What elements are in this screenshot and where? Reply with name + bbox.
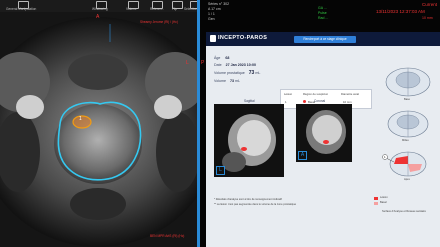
overlay-datetime: 13/11/2023 12:37:03 AM <box>376 9 425 14</box>
date-label: Date <box>214 63 222 67</box>
legend-swatch-1 <box>374 197 378 200</box>
footnote-2: ** La lésion n'est pas segmentée dans le… <box>214 203 297 206</box>
series-info-4: Gen <box>208 17 215 21</box>
psad-unit: mL <box>235 79 240 83</box>
tool-volume[interactable]: Volume <box>126 7 137 11</box>
diagram-label-apex: Apex <box>404 178 410 181</box>
overlay-current: Current <box>422 2 438 7</box>
th-diameter: Diamètre axial <box>341 92 359 96</box>
age-row: Âge 68 <box>214 56 229 60</box>
diagram-label-mid: Milieu <box>402 139 409 142</box>
green-info-3: Rad ... <box>318 16 329 20</box>
age-label: Âge <box>214 56 221 60</box>
psad-value: 73 <box>230 79 234 83</box>
legend-swatch-2 <box>374 202 378 205</box>
coronal-label: Coronal <box>314 99 326 103</box>
psad-row: Volume 73 mL <box>214 79 240 83</box>
volume-label: Volume prostatique <box>214 71 245 75</box>
mid-diagram <box>387 110 429 138</box>
legend: Lésion Basal <box>374 196 404 208</box>
volume-unit: mL <box>255 71 261 75</box>
th-lesion: Lésion <box>284 92 293 96</box>
legend-label-1: Lésion <box>380 196 388 199</box>
volume-value: 73 <box>248 70 255 76</box>
overlay-orientation-top: A <box>96 14 100 20</box>
series-info-1: Séries n° 302 <box>208 2 230 6</box>
diagram-label-base: Base <box>404 98 410 101</box>
series-info-3: 1 / 1 <box>208 12 215 16</box>
corner-label-l: L <box>216 166 225 175</box>
tool-general-manipulation[interactable]: General Manipulation <box>6 7 36 11</box>
base-diagram <box>385 67 431 97</box>
green-info-2: Pulse <box>318 11 327 15</box>
td-lesion: 1 <box>285 100 287 104</box>
overlay-thickness: 10 mm <box>422 16 433 20</box>
sagittal-view: L <box>214 104 284 177</box>
brand-logo-icon <box>210 35 216 42</box>
th-region: Région de suspicion <box>303 92 329 96</box>
tool-flip[interactable]: Flip <box>172 7 177 11</box>
sector-diagram: Base Milieu Apex 1 <box>382 64 434 204</box>
mri-axial-viewport[interactable]: A L Sheamy Jerome (Rl) / (Hc) BEN MPR Ar… <box>0 12 197 247</box>
lesion-color-swatch <box>303 100 306 103</box>
report-header: INCEPTO-PAROS Rendreport à ce stage clin… <box>206 32 440 46</box>
overlay-orientation-right: L <box>186 60 189 66</box>
apex-diagram <box>389 151 427 177</box>
send-report-button[interactable]: Rendreport à ce stage clinique <box>294 36 356 43</box>
toolbar: General Manipulation Windowing Volume Re… <box>0 0 210 12</box>
footnote-1: * Résultats d'analyse sont à titre de re… <box>214 198 282 201</box>
brand-name: INCEPTO-PAROS <box>218 35 268 41</box>
psad-label: Volume <box>214 79 226 83</box>
footer-right: Surface d'Analyse et Réseau sanitaire <box>382 210 426 213</box>
overlay-top-right: Sheamy Jerome (Rl) / (Hc) <box>140 20 178 24</box>
sagittal-label: Sagittal <box>244 99 255 103</box>
overlay-bottom-right: BEN MPR ArtS (Rl) (Hc) <box>150 234 185 238</box>
overlay-marker-p: P <box>201 60 205 66</box>
coronal-view: A <box>296 104 352 162</box>
series-info-2: A 17 cm <box>208 7 221 11</box>
age-value: 68 <box>225 56 230 60</box>
tool-reference[interactable]: Referen... <box>150 7 164 11</box>
report-panel: INCEPTO-PAROS Rendreport à ce stage clin… <box>206 32 440 247</box>
legend-label-2: Basal <box>380 201 387 204</box>
green-info-1: GA ... <box>318 6 327 10</box>
date-row: Date 27 Jan 2023 10:00 <box>214 63 256 67</box>
lesion-contour <box>72 115 92 129</box>
date-value: 27 Jan 2023 10:00 <box>225 63 256 67</box>
lesion-marker: 1 <box>79 116 82 122</box>
volume-row: Volume prostatique 73 mL <box>214 70 260 76</box>
tool-windowing[interactable]: Windowing <box>92 7 108 11</box>
corner-label-a: A <box>298 151 307 160</box>
mri-axial-image <box>0 12 197 247</box>
diagram-marker: 1 <box>384 155 386 159</box>
